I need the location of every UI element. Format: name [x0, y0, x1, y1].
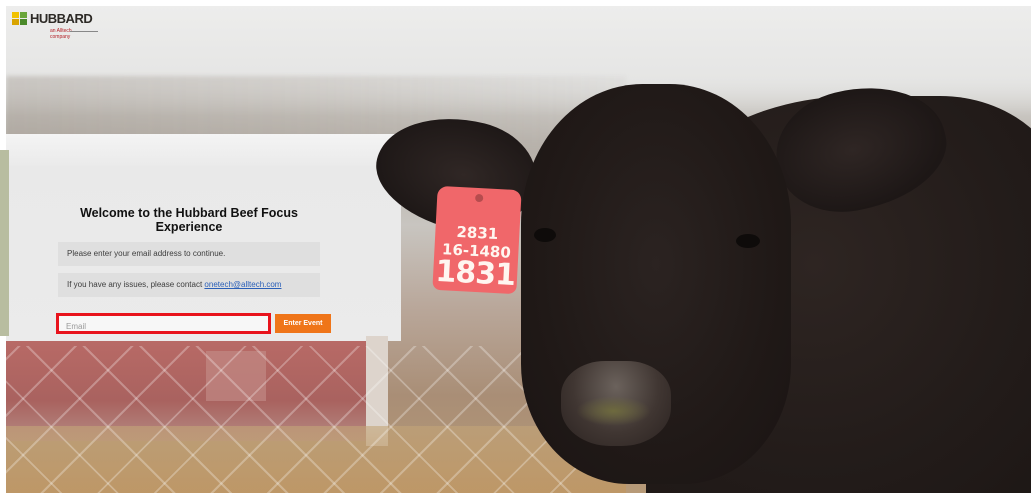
cow-left-eye: [534, 228, 556, 242]
instruction-text: Please enter your email address to conti…: [67, 249, 226, 258]
support-text: If you have any issues, please contact: [67, 280, 205, 289]
instruction-box: Please enter your email address to conti…: [58, 242, 320, 266]
ear-tag: 2831 16-1480 1831: [432, 185, 522, 295]
support-box: If you have any issues, please contact o…: [58, 273, 320, 297]
welcome-title: Welcome to the Hubbard Beef Focus Experi…: [60, 206, 318, 234]
hubbard-logo[interactable]: HUBBARD an Alltech company: [12, 11, 98, 40]
email-field[interactable]: [56, 313, 271, 334]
wire-fence: [6, 346, 606, 493]
welcome-title-line1: Welcome to the Hubbard Beef Focus: [80, 206, 298, 220]
logo-subtext: an Alltech company: [50, 28, 72, 40]
cow-right-eye: [736, 234, 760, 248]
ear-tag-hole: [474, 193, 484, 203]
logo-wordmark: HUBBARD: [30, 11, 93, 26]
enter-event-button[interactable]: Enter Event: [275, 314, 331, 333]
logo-underline: [70, 31, 98, 32]
ear-tag-line3: 1831: [434, 253, 516, 294]
hubbard-logo-icon: [12, 12, 28, 26]
left-edge-strip: [0, 150, 9, 336]
muzzle-dirt: [576, 396, 651, 426]
support-email-link[interactable]: onetech@alltech.com: [204, 280, 281, 289]
welcome-title-line2: Experience: [155, 220, 223, 234]
email-input[interactable]: [59, 319, 268, 334]
